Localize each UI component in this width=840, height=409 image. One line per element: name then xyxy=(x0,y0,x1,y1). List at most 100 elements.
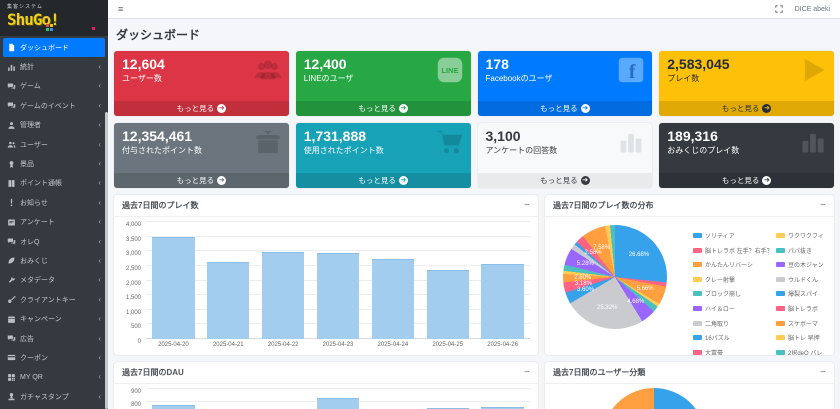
minimize-icon[interactable]: − xyxy=(820,203,826,209)
sidebar-item-label: 統計 xyxy=(20,62,34,72)
legend-swatch xyxy=(776,335,785,340)
chevron-left-icon: ‹ xyxy=(98,218,101,226)
minimize-icon[interactable]: − xyxy=(524,203,530,209)
user-name[interactable]: DICE abeki xyxy=(795,6,830,13)
arrow-circle-icon: ➜ xyxy=(217,176,226,185)
sidebar-item-news[interactable]: お知らせ‹ xyxy=(3,193,105,212)
hamburger-icon[interactable]: ≡ xyxy=(118,5,123,14)
panel-title: 過去7日間のユーザー分類 xyxy=(553,367,645,378)
legend-swatch xyxy=(693,306,702,311)
sidebar-item-admins[interactable]: 管理者‹ xyxy=(3,116,105,135)
plot-area xyxy=(146,222,530,339)
legend-item[interactable]: 脳トレラボ 左手？右手？ xyxy=(693,246,773,255)
logo-pixel-pink xyxy=(92,27,95,30)
leaf-icon xyxy=(7,256,16,265)
arrow-circle-icon: ➜ xyxy=(399,176,408,185)
legend-item[interactable]: ワクワクフィ xyxy=(776,231,824,240)
sidebar-item-metadata[interactable]: メタデータ‹ xyxy=(3,271,105,290)
award-icon xyxy=(7,160,16,169)
sidebar-item-gacha-stamp[interactable]: ガチャスタンプ‹ xyxy=(3,387,105,406)
pie-percentage-label: 3.60% xyxy=(577,287,594,293)
more-label: もっと見る xyxy=(540,103,578,114)
legend-label: 二角取り xyxy=(705,319,729,328)
legend-item[interactable]: 豆の木ジャン xyxy=(776,260,824,269)
panel-title: 過去7日間のプレイ数の分布 xyxy=(553,200,653,211)
legend-item[interactable]: 爆裂スパイ xyxy=(776,289,824,298)
line-icon: LINE xyxy=(435,56,465,84)
legend-item[interactable]: ブロック崩し xyxy=(693,289,773,298)
arrow-circle-icon: ➜ xyxy=(217,104,226,113)
legend-item[interactable]: 脳トレラボ xyxy=(776,304,824,313)
sidebar-item-stats[interactable]: 統計‹ xyxy=(3,57,105,76)
sidebar-item-point-book[interactable]: ポイント通帳‹ xyxy=(3,174,105,193)
legend-label: 爆裂スパイ xyxy=(788,289,818,298)
card-more-link[interactable]: もっと見る➜ xyxy=(659,173,834,188)
top-navbar: ≡ DICE abeki xyxy=(108,0,840,19)
sidebar-item-campaign[interactable]: キャンペーン‹ xyxy=(3,309,105,328)
legend-item[interactable]: 二角取り xyxy=(693,319,773,328)
expand-arrows-icon[interactable] xyxy=(775,5,783,13)
sidebar-item-oreq[interactable]: オレQ‹ xyxy=(3,232,105,251)
chevron-left-icon: ‹ xyxy=(98,373,101,381)
legend-item[interactable]: ウルドくん xyxy=(776,275,824,284)
more-label: もっと見る xyxy=(358,175,396,186)
legend-label: 脳トレ 早押 xyxy=(788,333,820,342)
minimize-icon[interactable]: − xyxy=(524,370,530,376)
sidebar-item-label: オレQ xyxy=(20,237,39,247)
legend-item[interactable]: スケボーマ xyxy=(776,319,824,328)
more-label: もっと見る xyxy=(722,103,760,114)
sidebar-item-client-key[interactable]: クライアントキー‹ xyxy=(3,290,105,309)
logo[interactable]: 集客システム ShuGo! xyxy=(0,0,108,36)
card-points-used: 1,731,888使用されたポイント数もっと見る➜ xyxy=(296,123,471,188)
sidebar-item-prizes[interactable]: 景品‹ xyxy=(3,154,105,173)
sidebar-item-game[interactable]: ゲーム‹ xyxy=(3,77,105,96)
card-more-link[interactable]: もっと見る➜ xyxy=(114,101,289,116)
card-more-link[interactable]: もっと見る➜ xyxy=(296,101,471,116)
poll-icon xyxy=(7,218,16,227)
sidebar-item-dashboard[interactable]: ダッシュボード xyxy=(3,38,105,57)
minimize-icon[interactable]: − xyxy=(820,370,826,376)
bar xyxy=(427,270,469,339)
legend-label: 16パズル xyxy=(705,333,730,342)
chevron-left-icon: ‹ xyxy=(98,393,101,401)
legend-label: クレー射撃 xyxy=(705,275,735,284)
legend-item[interactable]: 16パズル xyxy=(693,333,773,342)
legend-item[interactable]: 2択deQ バレ xyxy=(776,348,824,355)
card-more-link[interactable]: もっと見る➜ xyxy=(478,173,653,188)
card-more-link[interactable]: もっと見る➜ xyxy=(114,173,289,188)
book-icon xyxy=(7,179,16,188)
card-omikuji-plays: 189,316おみくじのプレイ数もっと見る➜ xyxy=(659,123,834,188)
file-icon xyxy=(7,43,16,52)
sidebar-item-label: ポイント通帳 xyxy=(20,178,62,188)
legend-item[interactable]: 脳トレ 早押 xyxy=(776,333,824,342)
app-window: 集客システム ShuGo! ダッシュボード統計‹ゲーム‹ゲームのイベント‹管理者… xyxy=(0,0,840,409)
chevron-left-icon: ‹ xyxy=(98,82,101,90)
pie-legend: ソリティア脳トレラボ 左手？右手？ かんたんリバーシクレー射撃ブロック崩しハイ＆ロ… xyxy=(693,231,773,355)
card-more-link[interactable]: もっと見る➜ xyxy=(478,101,653,116)
legend-item[interactable]: 大富豪 xyxy=(693,348,773,355)
panel-title: 過去7日間のDAU xyxy=(122,367,184,378)
legend-item[interactable]: ソリティア xyxy=(693,231,773,240)
chevron-left-icon: ‹ xyxy=(98,121,101,129)
sidebar-item-myqr[interactable]: MY QR ‹ xyxy=(3,368,105,387)
sidebar-item-label: 景品 xyxy=(20,159,34,169)
panel-play-distribution: 過去7日間のプレイ数の分布 − 26.68%5.66%4.68%25.32%3.… xyxy=(545,195,834,355)
sidebar-item-ads[interactable]: 広告‹ xyxy=(3,329,105,348)
card-more-link[interactable]: もっと見る➜ xyxy=(296,173,471,188)
legend-swatch xyxy=(776,262,785,267)
sidebar-item-survey[interactable]: アンケート‹ xyxy=(3,213,105,232)
legend-item[interactable]: クレー射撃 xyxy=(693,275,773,284)
card-more-link[interactable]: もっと見る➜ xyxy=(659,101,834,116)
sidebar-item-game-events[interactable]: ゲームのイベント‹ xyxy=(3,96,105,115)
legend-item[interactable]: パパ抜き xyxy=(776,246,824,255)
sidebar-item-label: MY QR xyxy=(20,374,43,381)
sidebar-scrollbar[interactable] xyxy=(105,112,108,409)
sidebar-item-coupon[interactable]: クーポン‹ xyxy=(3,348,105,367)
legend-item[interactable]: ハイ＆ロー xyxy=(693,304,773,313)
legend-swatch xyxy=(693,321,702,326)
sidebar-item-users[interactable]: ユーザー‹ xyxy=(3,135,105,154)
legend-swatch xyxy=(693,335,702,340)
bar xyxy=(262,252,304,339)
sidebar-item-omikuji[interactable]: おみくじ‹ xyxy=(3,251,105,270)
legend-item[interactable]: かんたんリバーシ xyxy=(693,260,773,269)
